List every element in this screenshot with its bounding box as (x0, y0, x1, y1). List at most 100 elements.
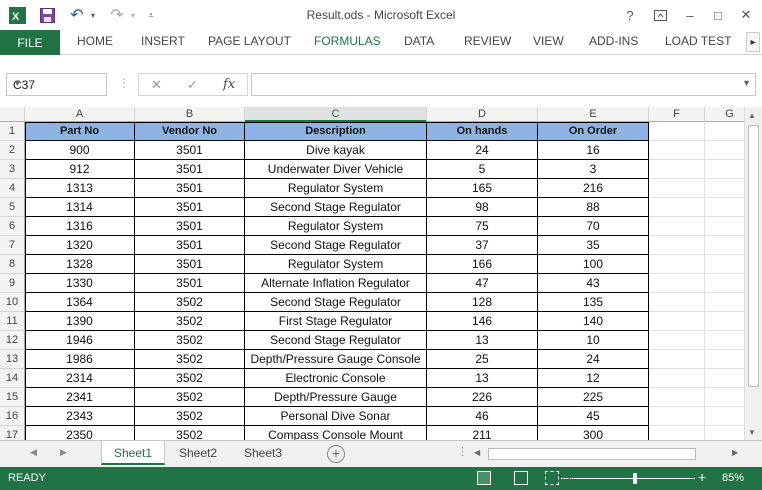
empty-cell[interactable] (649, 293, 705, 312)
empty-cell[interactable] (705, 141, 744, 160)
empty-cell[interactable] (649, 426, 705, 440)
empty-cell[interactable] (705, 274, 744, 293)
table-cell[interactable]: 140 (538, 312, 649, 331)
tab-split-icon[interactable]: ⋮ (457, 445, 468, 458)
empty-cell[interactable] (705, 293, 744, 312)
sheet-tab-sheet2[interactable]: Sheet2 (166, 441, 230, 465)
empty-cell[interactable] (705, 179, 744, 198)
table-cell[interactable]: 3501 (135, 255, 245, 274)
empty-cell[interactable] (649, 236, 705, 255)
table-header-cell[interactable]: On Order (538, 122, 649, 141)
table-cell[interactable]: 25 (427, 350, 538, 369)
row-header[interactable]: 6 (0, 217, 25, 236)
table-cell[interactable]: 2314 (25, 369, 135, 388)
empty-cell[interactable] (705, 198, 744, 217)
table-cell[interactable]: Depth/Pressure Gauge Console (245, 350, 427, 369)
empty-cell[interactable] (705, 160, 744, 179)
empty-cell[interactable] (649, 350, 705, 369)
table-cell[interactable]: 2350 (25, 426, 135, 440)
table-cell[interactable]: 75 (427, 217, 538, 236)
table-cell[interactable]: 13 (427, 369, 538, 388)
empty-cell[interactable] (649, 274, 705, 293)
table-cell[interactable]: 3501 (135, 160, 245, 179)
table-cell[interactable]: 45 (538, 407, 649, 426)
table-cell[interactable]: First Stage Regulator (245, 312, 427, 331)
table-cell[interactable]: 211 (427, 426, 538, 440)
table-cell[interactable]: 35 (538, 236, 649, 255)
empty-cell[interactable] (705, 350, 744, 369)
table-cell[interactable]: Personal Dive Sonar (245, 407, 427, 426)
table-cell[interactable]: 3501 (135, 179, 245, 198)
table-cell[interactable]: 1320 (25, 236, 135, 255)
empty-cell[interactable] (705, 388, 744, 407)
table-cell[interactable]: 3502 (135, 350, 245, 369)
scroll-left-icon[interactable]: ◀ (474, 448, 480, 457)
insert-function-icon[interactable]: fx (223, 77, 235, 92)
row-header[interactable]: 11 (0, 312, 25, 331)
table-cell[interactable]: 1328 (25, 255, 135, 274)
table-cell[interactable]: 1314 (25, 198, 135, 217)
column-header-b[interactable]: B (135, 107, 245, 122)
table-cell[interactable]: 2341 (25, 388, 135, 407)
table-cell[interactable]: Regulator System (245, 255, 427, 274)
table-cell[interactable]: Second Stage Regulator (245, 198, 427, 217)
table-cell[interactable]: 1390 (25, 312, 135, 331)
table-cell[interactable]: 70 (538, 217, 649, 236)
table-cell[interactable]: Compass Console Mount (245, 426, 427, 440)
table-cell[interactable]: 1364 (25, 293, 135, 312)
ribbon-scroll-right-icon[interactable]: ▸ (746, 32, 760, 52)
row-header[interactable]: 17 (0, 426, 25, 440)
table-cell[interactable]: 225 (538, 388, 649, 407)
table-cell[interactable]: 3501 (135, 198, 245, 217)
row-header[interactable]: 3 (0, 160, 25, 179)
table-cell[interactable]: 13 (427, 331, 538, 350)
cancel-icon[interactable]: ✕ (151, 77, 162, 93)
row-header[interactable]: 13 (0, 350, 25, 369)
table-cell[interactable]: 5 (427, 160, 538, 179)
table-cell[interactable]: Regulator System (245, 217, 427, 236)
row-header[interactable]: 4 (0, 179, 25, 198)
column-header-c[interactable]: C (245, 107, 427, 122)
column-header-a[interactable]: A (25, 107, 135, 122)
table-cell[interactable]: 1330 (25, 274, 135, 293)
table-cell[interactable]: 1946 (25, 331, 135, 350)
table-cell[interactable]: 3502 (135, 312, 245, 331)
formula-input[interactable]: ▼ (251, 73, 756, 96)
empty-cell[interactable] (705, 312, 744, 331)
row-header[interactable]: 2 (0, 141, 25, 160)
page-break-view-icon[interactable] (545, 471, 559, 485)
table-cell[interactable]: 216 (538, 179, 649, 198)
table-cell[interactable]: 900 (25, 141, 135, 160)
table-cell[interactable]: 3502 (135, 293, 245, 312)
tab-home[interactable]: HOME (77, 34, 113, 48)
table-cell[interactable]: 3 (538, 160, 649, 179)
row-header[interactable]: 8 (0, 255, 25, 274)
zoom-out-button[interactable]: – (561, 469, 569, 485)
table-header-cell[interactable]: Vendor No (135, 122, 245, 141)
table-cell[interactable]: 47 (427, 274, 538, 293)
table-cell[interactable]: Alternate Inflation Regulator (245, 274, 427, 293)
table-header-cell[interactable]: On hands (427, 122, 538, 141)
help-button[interactable]: ? (620, 6, 640, 24)
row-header[interactable]: 16 (0, 407, 25, 426)
table-cell[interactable]: Second Stage Regulator (245, 236, 427, 255)
table-cell[interactable]: Electronic Console (245, 369, 427, 388)
row-header[interactable]: 15 (0, 388, 25, 407)
normal-view-icon[interactable] (477, 471, 491, 485)
tab-data[interactable]: DATA (404, 34, 434, 48)
table-header-cell[interactable]: Description (245, 122, 427, 141)
empty-cell[interactable] (705, 407, 744, 426)
table-cell[interactable]: 1313 (25, 179, 135, 198)
table-cell[interactable]: 3502 (135, 331, 245, 350)
row-header[interactable]: 7 (0, 236, 25, 255)
table-cell[interactable]: 100 (538, 255, 649, 274)
table-cell[interactable]: 128 (427, 293, 538, 312)
tab-review[interactable]: REVIEW (464, 34, 511, 48)
table-cell[interactable]: 2343 (25, 407, 135, 426)
table-cell[interactable]: Second Stage Regulator (245, 293, 427, 312)
enter-icon[interactable]: ✓ (187, 77, 198, 93)
empty-cell[interactable] (649, 198, 705, 217)
zoom-level[interactable]: 85% (722, 472, 744, 484)
empty-cell[interactable] (649, 331, 705, 350)
tab-page-layout[interactable]: PAGE LAYOUT (208, 34, 291, 48)
